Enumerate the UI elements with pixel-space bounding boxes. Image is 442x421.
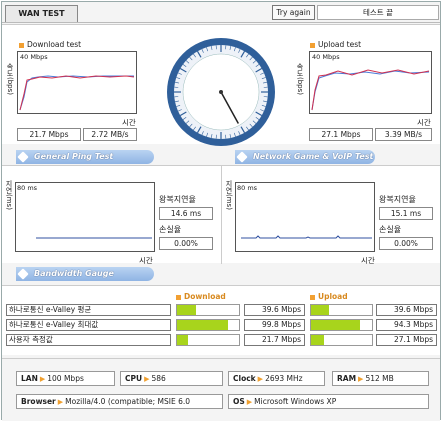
download-scale: 40 Mbps <box>20 53 48 61</box>
diamond-icon <box>17 268 29 280</box>
upload-value: 39.6 Mbps <box>376 304 437 316</box>
bandwidth-row-label: 하나로통신 e-Valley 최대값 <box>6 319 171 331</box>
try-again-button[interactable]: Try again <box>272 5 315 20</box>
status-field: 테스트 끝 <box>317 5 439 20</box>
download-bar-fill <box>177 320 228 330</box>
game-ping-ylabel: 지연(ms) <box>225 180 233 210</box>
arrow-right-icon: ▶ <box>257 375 264 383</box>
game-rtt-value: 15.1 ms <box>379 207 433 220</box>
general-ping-ylabel: 지연(ms) <box>5 180 13 210</box>
general-ping-xlabel: 시간 <box>139 256 153 265</box>
bandwidth-upload-header: Upload <box>310 292 348 301</box>
upload-bar-fill <box>311 320 360 330</box>
upload-bar <box>310 304 373 316</box>
download-line-chart <box>19 75 135 111</box>
download-title: Download test <box>19 40 81 49</box>
diamond-icon <box>17 151 29 163</box>
clock-info: Clock ▶ 2693 MHz <box>228 371 325 386</box>
upload-mbs: 3.39 MB/s <box>375 128 432 141</box>
download-ylabel: 속도(bps) <box>6 63 14 95</box>
upload-value: 94.3 Mbps <box>376 319 437 331</box>
bandwidth-download-header: Download <box>176 292 226 301</box>
ping-section: 지연(ms) 80 ms 시간 왕복지연율 14.6 ms 손실율 0.00% … <box>2 165 440 265</box>
general-ping-ribbon: General Ping Test <box>16 150 154 164</box>
bandwidth-row-label: 사용자 측정값 <box>6 334 171 346</box>
download-bar-fill <box>177 335 189 345</box>
bandwidth-gauge-ribbon: Bandwidth Gauge <box>16 267 154 281</box>
upload-title: Upload test <box>310 40 361 49</box>
upload-mbps: 27.1 Mbps <box>309 128 373 141</box>
game-ping-line <box>241 235 372 239</box>
general-loss-value: 0.00% <box>159 237 213 250</box>
download-bar <box>176 319 240 331</box>
game-ping-graph: 80 ms <box>235 182 375 252</box>
speed-section: Download test 속도(bps) 40 Mbps 시간 21.7 Mb… <box>2 24 440 146</box>
download-bar-fill <box>177 305 196 315</box>
os-info: OS ▶ Microsoft Windows XP <box>228 394 429 409</box>
upload-graph: 40 Mbps <box>309 51 432 114</box>
orange-bullet-icon <box>176 294 181 300</box>
download-mbps: 21.7 Mbps <box>17 128 81 141</box>
orange-bullet-icon <box>19 42 24 48</box>
game-ping-scale: 80 ms <box>237 184 258 192</box>
orange-bullet-icon <box>310 294 315 300</box>
upload-bar <box>310 334 373 346</box>
download-bar <box>176 304 240 316</box>
game-ping-ribbon: Network Game & VoIP Test <box>235 150 375 164</box>
upload-scale: 40 Mbps <box>312 53 340 61</box>
upload-value: 27.1 Mbps <box>376 334 437 346</box>
game-rtt-label: 왕복지연율 <box>379 195 416 204</box>
general-ping-scale: 80 ms <box>17 184 38 192</box>
browser-info: Browser ▶ Mozilla/4.0 (compatible; MSIE 6.… <box>16 394 223 409</box>
upload-bar-fill <box>311 305 330 315</box>
game-loss-value: 0.00% <box>379 237 433 250</box>
download-value: 39.6 Mbps <box>244 304 305 316</box>
upload-xlabel: 시간 <box>417 118 431 127</box>
game-ping-xlabel: 시간 <box>361 256 375 265</box>
download-mbs: 2.72 MB/s <box>83 128 137 141</box>
general-ping-graph: 80 ms <box>15 182 155 252</box>
general-rtt-label: 왕복지연율 <box>159 195 196 204</box>
upload-bar-fill <box>311 335 325 345</box>
cpu-info: CPU ▶ 586 <box>120 371 223 386</box>
arrow-right-icon: ▶ <box>144 375 150 383</box>
download-xlabel: 시간 <box>122 118 136 127</box>
ram-info: RAM ▶ 512 MB <box>332 371 429 386</box>
lan-info: LAN ▶ 100 Mbps <box>16 371 115 386</box>
download-graph: 40 Mbps <box>17 51 137 114</box>
download-value: 99.8 Mbps <box>244 319 305 331</box>
system-info-section: LAN ▶ 100 Mbps CPU ▶ 586 Clock ▶ 2693 MHz RAM ▶… <box>2 358 440 421</box>
wan-test-window: WAN TEST Try again 테스트 끝 Download test 속… <box>1 1 441 421</box>
speed-gauge <box>167 38 275 146</box>
diamond-icon <box>236 151 248 163</box>
game-loss-label: 손실율 <box>379 225 402 234</box>
upload-ylabel: 속도(bps) <box>296 63 304 95</box>
general-loss-label: 손실율 <box>159 225 182 234</box>
orange-bullet-icon <box>310 42 315 48</box>
top-bar: WAN TEST Try again 테스트 끝 <box>2 2 440 23</box>
general-ping-line <box>36 237 152 239</box>
tab-wan-test[interactable]: WAN TEST <box>5 5 78 22</box>
arrow-right-icon: ▶ <box>246 398 253 406</box>
arrow-right-icon: ▶ <box>57 398 64 406</box>
upload-line-chart <box>311 69 430 111</box>
upload-bar <box>310 319 373 331</box>
general-rtt-value: 14.6 ms <box>159 207 213 220</box>
download-bar <box>176 334 240 346</box>
bandwidth-row-label: 하나로통신 e-Valley 평균 <box>6 304 171 316</box>
arrow-right-icon: ▶ <box>358 375 364 383</box>
download-value: 21.7 Mbps <box>244 334 305 346</box>
arrow-right-icon: ▶ <box>39 375 46 383</box>
bandwidth-section: Download Upload 하나로통신 e-Valley 평균 39.6 M… <box>2 285 440 355</box>
